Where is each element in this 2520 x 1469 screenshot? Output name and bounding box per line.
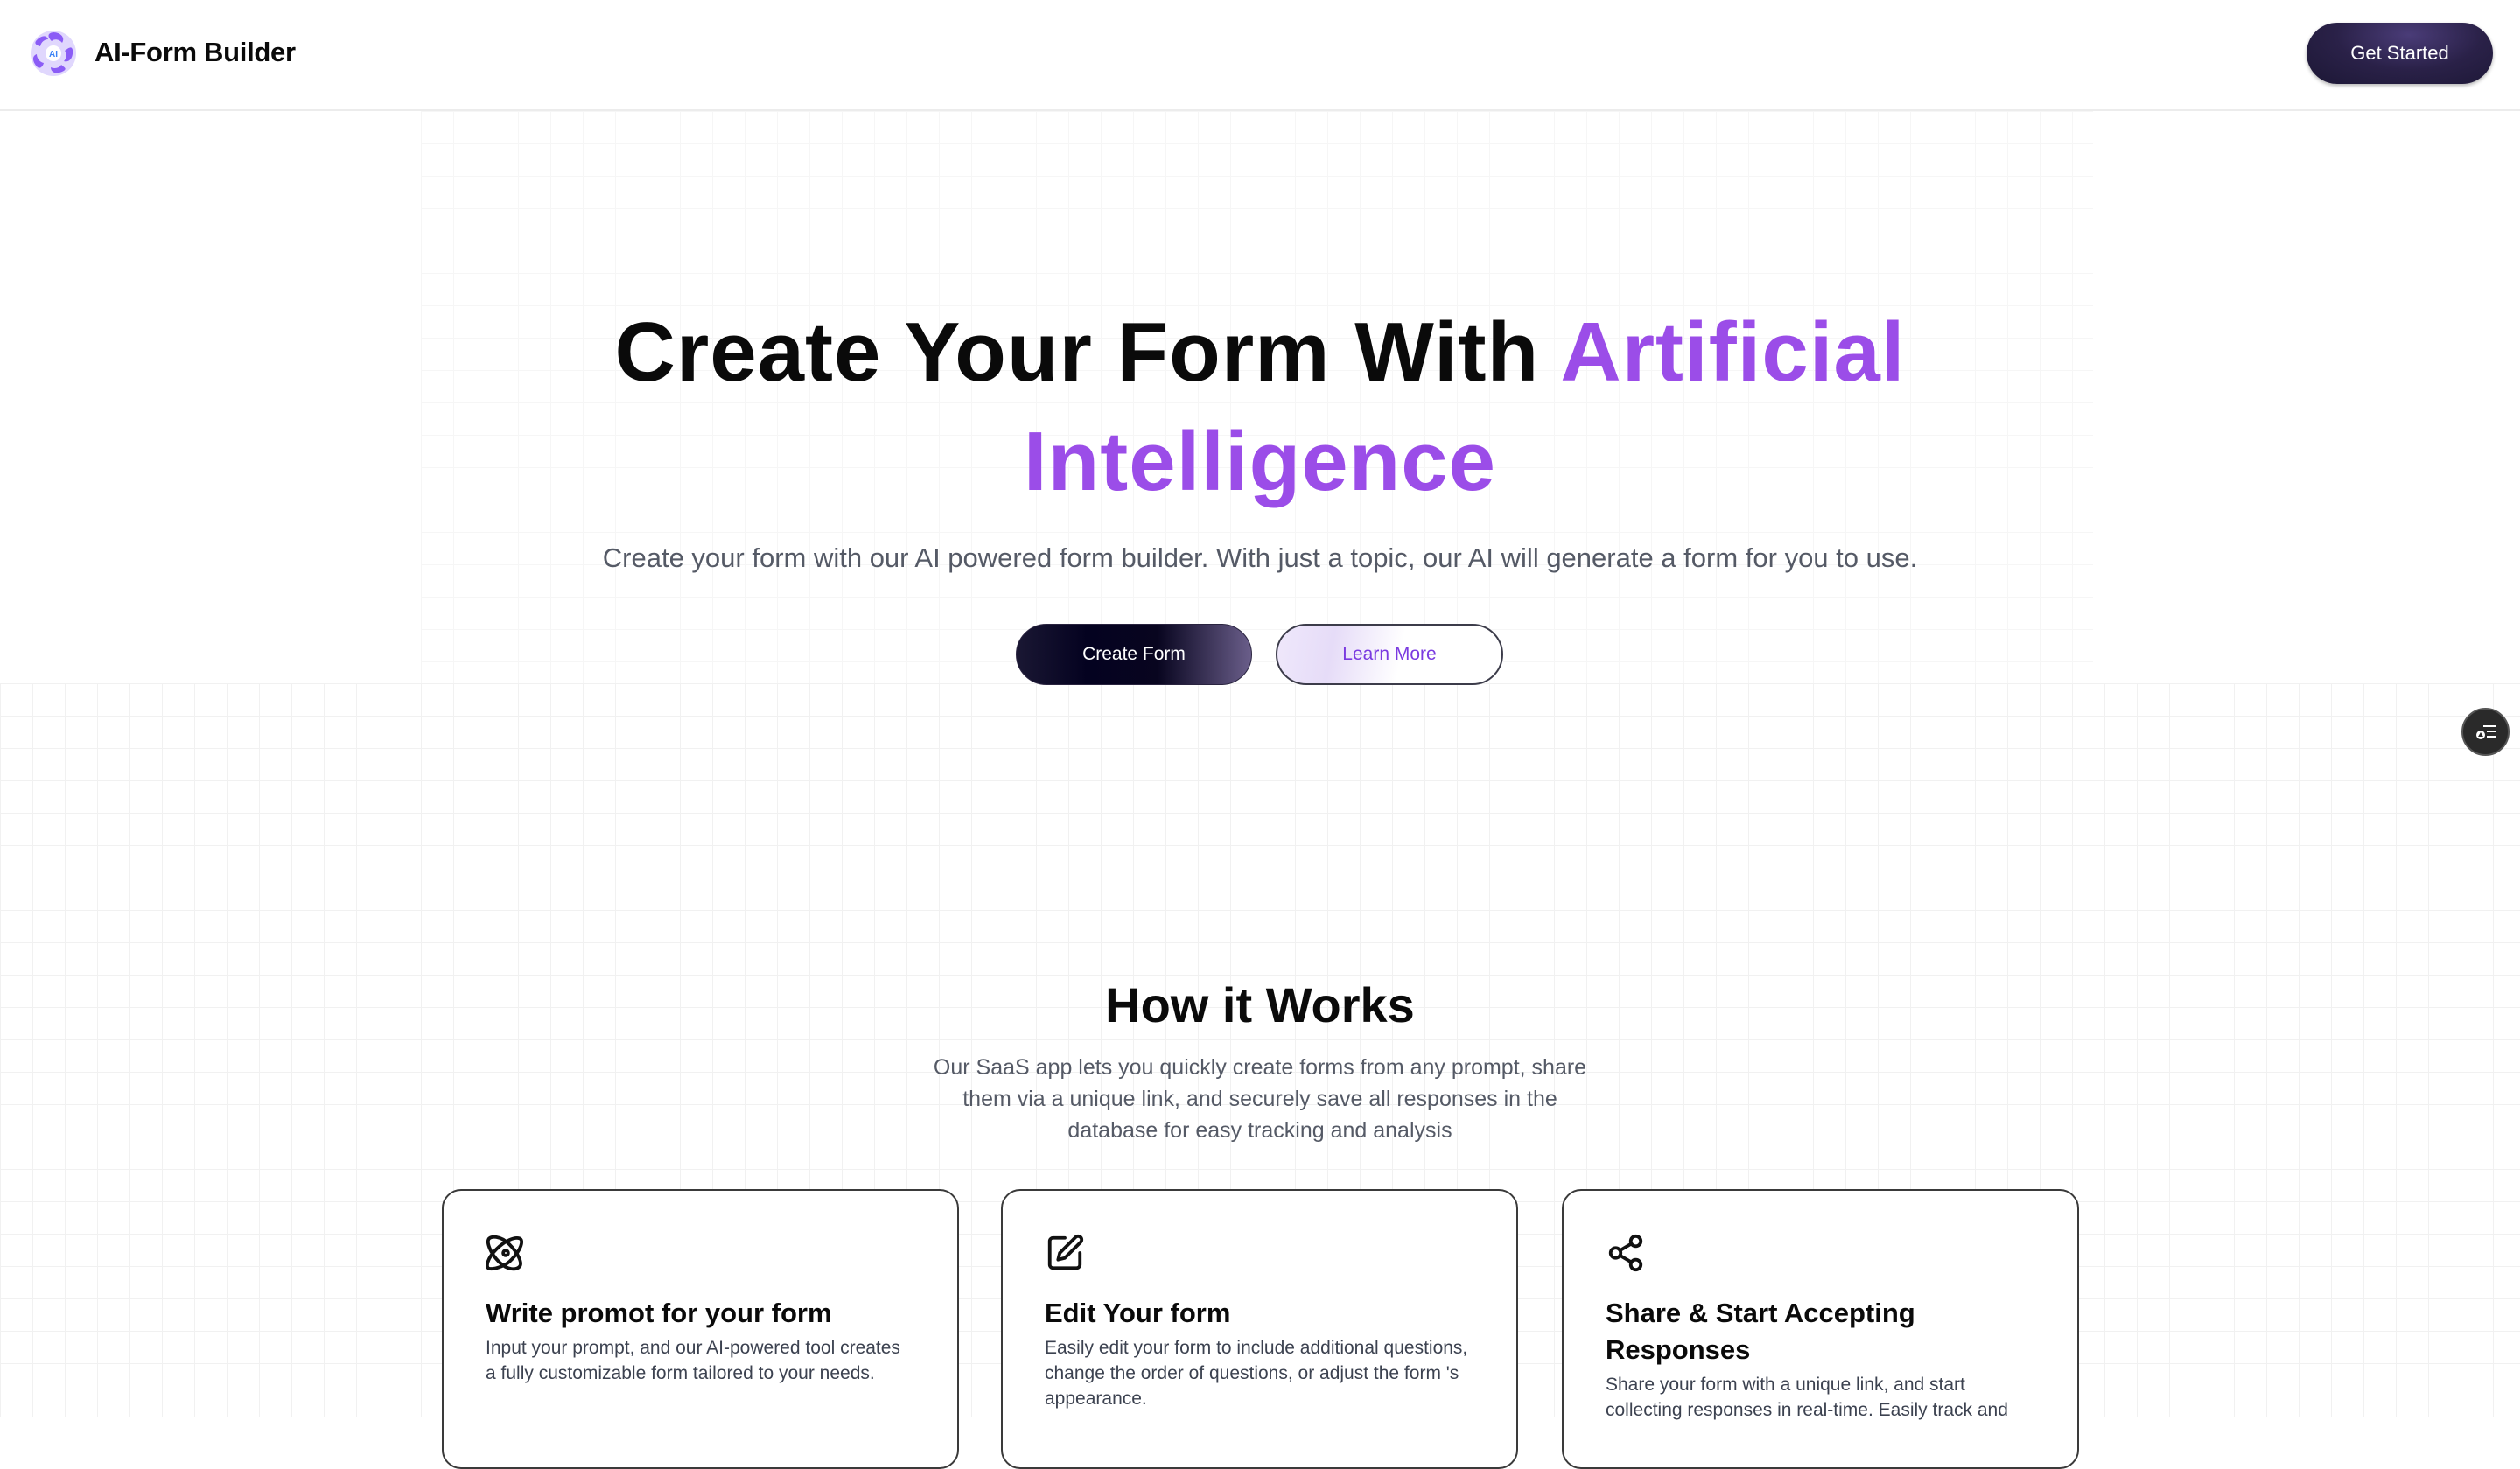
atom-icon (485, 1235, 523, 1271)
logo-text: AI (49, 50, 58, 59)
get-started-button[interactable]: Get Started (2306, 23, 2493, 84)
list-settings-icon (2475, 724, 2496, 739)
hero-title-plain: Create Your Form With (614, 305, 1561, 399)
step-card: Edit Your form Easily edit your form to … (1001, 1189, 1518, 1469)
share-icon (1608, 1234, 1643, 1272)
how-it-works-title: How it Works (1105, 977, 1415, 1032)
step-card: Share & Start Accepting Responses Share … (1562, 1189, 2079, 1469)
learn-more-button[interactable]: Learn More (1276, 624, 1503, 685)
hero-title-accent-2: Intelligence (1023, 415, 1497, 508)
header: AI AI-Form Builder Get Started (0, 0, 2520, 111)
card-text: Input your prompt, and our AI-powered to… (486, 1338, 900, 1383)
logo-icon[interactable]: AI (29, 29, 78, 78)
brand-title[interactable]: AI-Form Builder (94, 37, 296, 68)
hero-title-accent: Artificial (1560, 305, 1906, 399)
card-title: Edit Your form (1045, 1298, 1231, 1328)
card-title: Share & Start Accepting Responses (1606, 1298, 1915, 1365)
step-card: Write promot for your form Input your pr… (442, 1189, 959, 1469)
edit-icon (1047, 1234, 1084, 1270)
card-text: Share your form with a unique link, and … (1606, 1375, 2008, 1420)
hero-title: Create Your Form With Artificial Intellig… (0, 297, 2520, 516)
card-text: Easily edit your form to include additio… (1045, 1338, 1468, 1409)
how-it-works-description: Our SaaS app lets you quickly create for… (933, 1055, 1587, 1143)
card-title: Write promot for your form (486, 1298, 832, 1328)
floating-menu-button[interactable] (2461, 708, 2510, 756)
hero-subtitle: Create your form with our AI powered for… (602, 542, 1918, 573)
create-form-button[interactable]: Create Form (1016, 624, 1252, 685)
